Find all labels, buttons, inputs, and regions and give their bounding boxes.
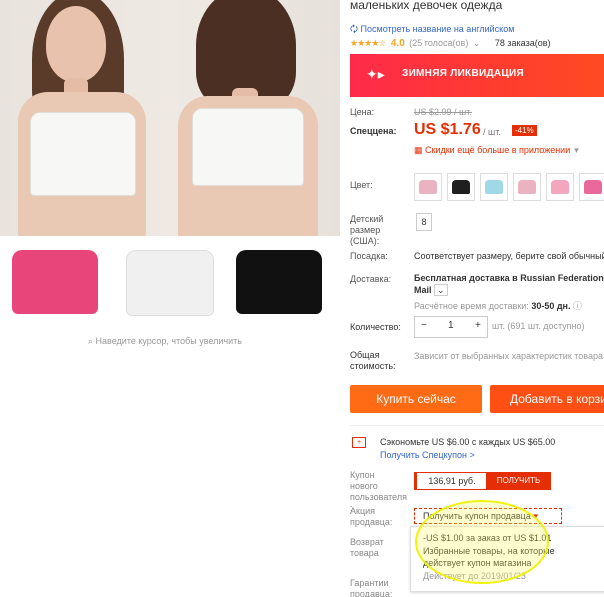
shipping-time-line: Расчётное время доставки: 30-50 дн. ⓘ <box>414 301 583 311</box>
magnifier-icon: ⌕ <box>88 336 96 346</box>
color-swatch-6[interactable] <box>579 173 604 201</box>
qty-plus-button[interactable]: + <box>475 320 481 331</box>
quantity-label: Количество: <box>350 322 401 332</box>
info-icon[interactable]: ⓘ <box>573 301 582 311</box>
fit-label: Посадка: <box>350 251 388 261</box>
app-discount-link[interactable]: ▦ Скидки ещё больше в приложении ▾ <box>414 145 579 156</box>
banner-text: ЗИМНЯЯ ЛИКВИДАЦИЯ <box>402 68 524 79</box>
price-per-unit: / шт. <box>483 127 501 137</box>
translate-link[interactable]: 🗘 Посмотреть название на английском <box>350 22 514 38</box>
product-info: маленьких девочек одежда 🗘 Посмотреть на… <box>350 0 604 597</box>
quantity-stepper[interactable]: − 1 + <box>414 316 488 338</box>
get-coupon-button[interactable]: ПОЛУЧИТЬ <box>486 472 551 490</box>
thumbnail-black[interactable] <box>226 240 332 326</box>
qr-icon: ▦ <box>414 145 426 155</box>
chevron-down-icon[interactable]: ⌄ <box>434 284 448 296</box>
shipping-method[interactable]: Mail ⌄ <box>414 284 448 296</box>
price-label: Цена: <box>350 107 375 117</box>
main-product-photo[interactable] <box>0 0 340 236</box>
color-label: Цвет: <box>350 180 373 190</box>
total-label: Общая стоимость: <box>350 350 396 371</box>
quantity-available: шт. (691 шт. доступно) <box>492 321 585 331</box>
rating-stars-icon: ★★★★☆ <box>350 38 386 48</box>
rating-line: ★★★★☆ 4.0 (25 голоса(ов) ⌄ 78 заказа(ов) <box>350 38 551 49</box>
coupon-expiry: Действует до 2019/01/23 <box>423 571 526 581</box>
color-swatch-1[interactable] <box>414 173 442 201</box>
color-swatch-5[interactable] <box>546 173 574 201</box>
buy-now-button[interactable]: Купить сейчас <box>350 385 482 413</box>
rating-score: 4.0 <box>390 38 405 49</box>
snowflake-icon: ✦▸ <box>366 66 385 82</box>
coupon-scope-1: Избранные товары, на которые <box>423 546 555 556</box>
color-swatch-4[interactable] <box>513 173 541 201</box>
size-option[interactable]: 8 <box>416 213 432 231</box>
seller-coupon-dropdown[interactable]: Получить купон продавца ▾ <box>414 508 562 524</box>
qty-minus-button[interactable]: − <box>421 320 427 331</box>
coupon-icon: + <box>352 437 366 448</box>
special-coupon-link[interactable]: Получить Спецкупон > <box>380 450 475 460</box>
color-swatch-2[interactable] <box>447 173 475 201</box>
current-price: US $1.76 <box>414 121 481 138</box>
seller-coupon-popover: -US $1.00 за заказ от US $1.01 Избранные… <box>410 526 604 592</box>
thumbnail-strip <box>0 236 340 328</box>
thumbnail-white[interactable] <box>116 240 222 326</box>
add-to-cart-button[interactable]: Добавить в корзину <box>490 385 604 413</box>
model-back-image <box>168 0 338 236</box>
discount-badge: -41% <box>512 125 537 136</box>
old-price: US $2.99 / шт. <box>414 107 472 117</box>
new-user-coupon-amount: 136,91 руб. <box>414 472 488 490</box>
translate-icon: 🗘 <box>350 24 361 34</box>
orders-count: 78 заказа(ов) <box>494 38 551 48</box>
seller-promo-label: Акция продавца: <box>350 506 393 527</box>
thumbnail-pink[interactable] <box>2 240 108 326</box>
product-gallery: ⌕ Наведите курсор, чтобы увеличить <box>0 0 340 597</box>
color-swatch-3[interactable] <box>480 173 508 201</box>
shipping-label: Доставка: <box>350 274 392 284</box>
coupon-scope-2: действует купон магазина <box>423 558 532 568</box>
chevron-down-icon: ▾ <box>574 145 579 155</box>
coupon-section: + Сэкономьте US $6.00 с каждых US $65.00… <box>350 425 604 597</box>
fit-value: Соответствует размеру, берите свой обычн… <box>414 251 604 261</box>
shipping-value: Бесплатная доставка в Russian Federation <box>414 273 604 283</box>
winter-sale-banner: ✦▸ ЗИМНЯЯ ЛИКВИДАЦИЯ <box>350 54 604 97</box>
chevron-down-icon: ▾ <box>533 511 538 521</box>
special-price-label: Спеццена: <box>350 126 397 136</box>
model-front-image <box>10 0 170 236</box>
save-text: Сэкономьте US $6.00 с каждых US $65.00 <box>380 437 556 447</box>
chevron-down-icon[interactable]: ⌄ <box>473 38 481 48</box>
qty-input[interactable]: 1 <box>448 320 454 331</box>
total-value: Зависит от выбранных характеристик товар… <box>414 351 603 361</box>
size-label: Детский размер (США): <box>350 214 384 246</box>
coupon-offer: -US $1.00 за заказ от US $1.01 <box>423 533 552 543</box>
product-title: маленьких девочек одежда <box>350 0 503 12</box>
return-label: Возврат товара <box>350 537 384 558</box>
votes-link[interactable]: (25 голоса(ов) <box>409 38 468 48</box>
guarantee-label: Гарантии продавца: <box>350 578 393 597</box>
zoom-hint: ⌕ Наведите курсор, чтобы увеличить <box>88 336 242 346</box>
